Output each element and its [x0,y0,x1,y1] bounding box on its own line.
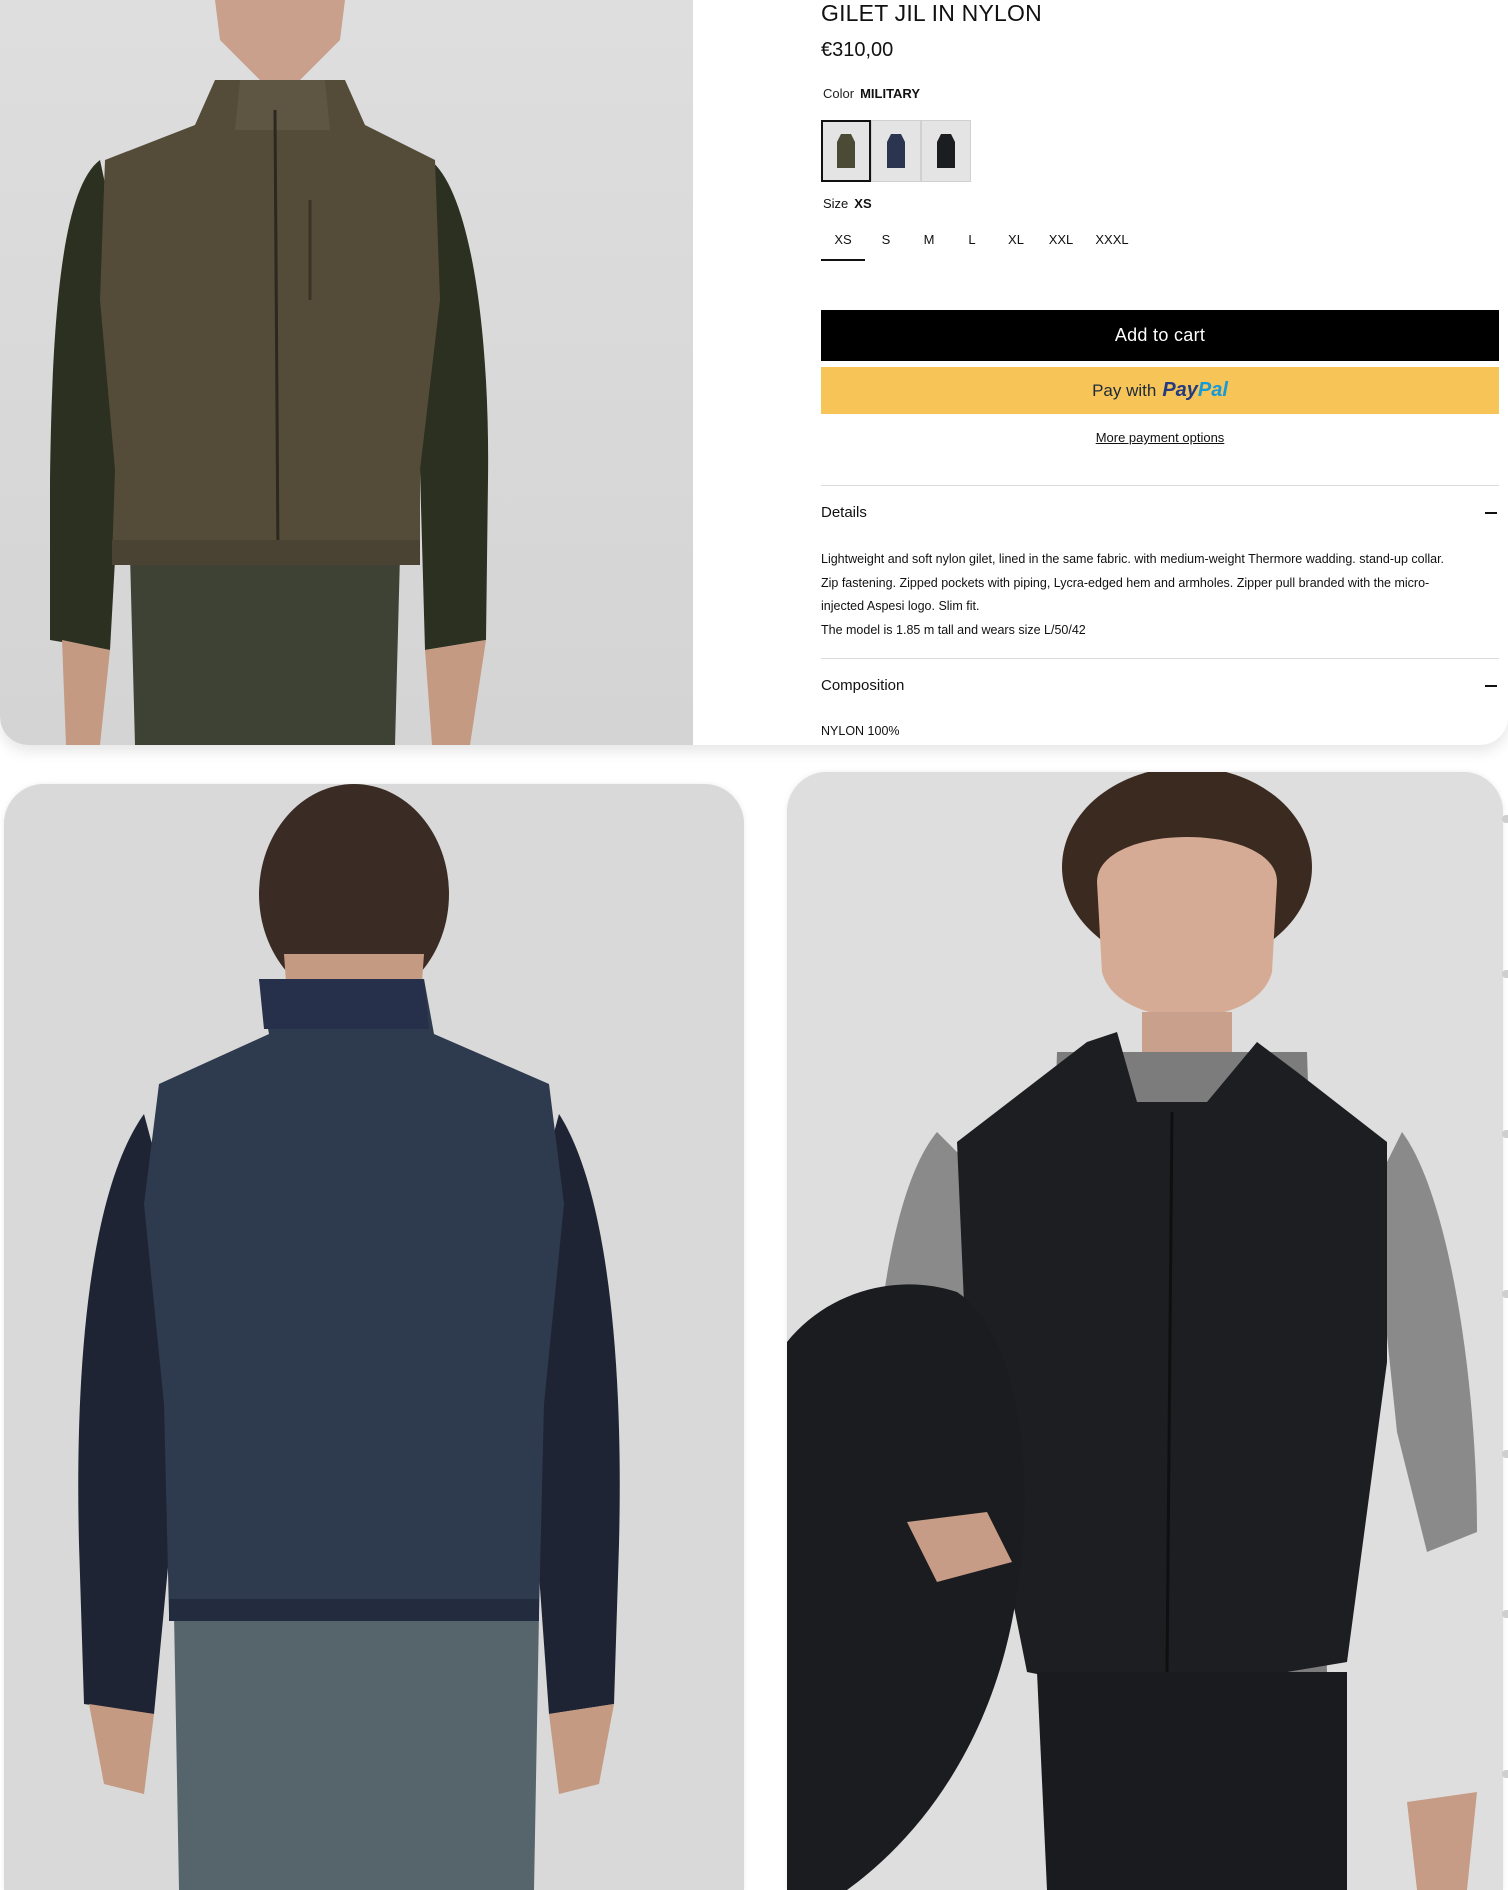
collapse-minus-icon[interactable] [1485,684,1497,687]
pagination-dot[interactable] [1502,970,1508,978]
product-image-front[interactable] [0,0,693,745]
pagination-dot[interactable] [1502,1290,1508,1298]
size-option-m[interactable]: M [907,228,951,261]
vest-thumbnail-icon [837,134,855,168]
swatch-black[interactable] [921,120,971,182]
swatch-navy[interactable] [871,120,921,182]
pagination-dot[interactable] [1502,815,1508,823]
composition-title: Composition [821,677,905,694]
paypal-logo-pay: Pay [1162,379,1198,401]
collapse-minus-icon[interactable] [1485,511,1497,514]
composition-body: NYLON 100% [821,724,900,738]
model-back-illustration [4,784,744,1890]
more-payment-options-link[interactable]: More payment options [821,430,1499,445]
size-label: Size [823,196,849,211]
composition-accordion-header[interactable]: Composition [821,677,1499,694]
details-accordion-header[interactable]: Details [821,504,1499,521]
product-card: GILET JIL IN NYLON €310,00 Color MILITARY… [0,0,1508,745]
pagination-dot[interactable] [1502,1450,1508,1458]
model-lifestyle-illustration [787,772,1503,1890]
pagination-dot[interactable] [1502,1770,1508,1778]
paypal-logo: PayPal [1162,379,1228,402]
divider [821,485,1499,486]
details-line: injected Aspesi logo. Slim fit. [821,599,980,613]
paypal-logo-pal: Pal [1197,379,1228,401]
details-line: The model is 1.85 m tall and wears size … [821,622,1086,637]
vest-thumbnail-icon [937,134,955,168]
size-option-xxxl[interactable]: XXXL [1083,228,1141,261]
size-option-xl[interactable]: XL [993,228,1039,261]
swatch-military[interactable] [821,120,871,182]
color-selector-label: Color MILITARY [823,86,920,101]
details-body: Lightweight and soft nylon gilet, lined … [821,548,1499,642]
divider [821,658,1499,659]
details-line: Lightweight and soft nylon gilet, lined … [821,552,1445,566]
size-selector-label: Size XS [823,196,872,211]
color-swatches [821,120,971,182]
product-price: €310,00 [821,39,894,61]
product-image-back[interactable] [4,784,744,1890]
size-value: XS [854,196,872,211]
size-option-l[interactable]: L [951,228,993,261]
model-front-illustration [50,0,489,745]
size-options: XS S M L XL XXL XXXL [821,228,1141,261]
pagination-dot[interactable] [1502,1610,1508,1618]
color-label: Color [823,86,855,101]
paypal-prefix: Pay with [1092,380,1157,400]
product-title: GILET JIL IN NYLON [821,0,1042,26]
details-title: Details [821,504,867,521]
pagination-dot[interactable] [1502,1130,1508,1138]
paypal-button[interactable]: Pay with PayPal [821,367,1499,414]
vest-thumbnail-icon [887,134,905,168]
size-option-s[interactable]: S [865,228,907,261]
product-image-lifestyle[interactable] [787,772,1503,1890]
color-value: MILITARY [860,86,921,101]
size-option-xxl[interactable]: XXL [1039,228,1083,261]
add-to-cart-button[interactable]: Add to cart [821,310,1499,361]
size-option-xs[interactable]: XS [821,228,865,261]
details-line: Zip fastening. Zipped pockets with pipin… [821,575,1430,590]
